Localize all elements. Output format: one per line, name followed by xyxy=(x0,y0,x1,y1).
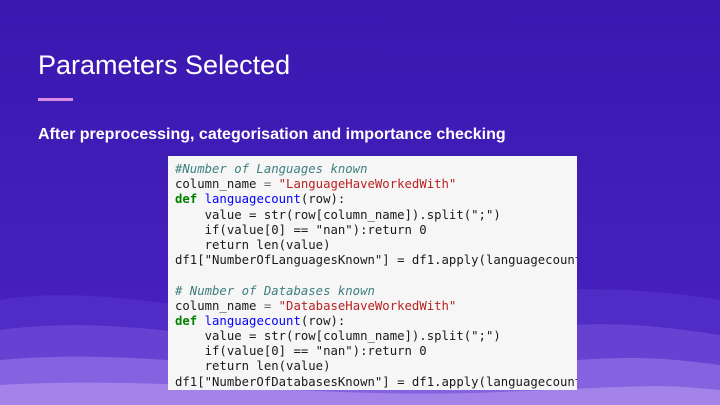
slide-subtitle: After preprocessing, categorisation and … xyxy=(38,126,506,143)
code-line: if(value[0] == "nan"):return 0 xyxy=(175,222,427,237)
code-line: value = str(row[column_name]).split(";") xyxy=(175,329,501,344)
code-comment: # Number of Databases known xyxy=(175,283,375,298)
code-func-name: languagecount xyxy=(204,192,301,207)
code-line: column_name = "DatabaseHaveWorkedWith" xyxy=(175,298,457,313)
code-var: column_name xyxy=(175,298,257,313)
code-line: def languagecount(row): xyxy=(175,192,577,207)
code-comment: #Number of Languages known xyxy=(175,162,368,176)
title-underline xyxy=(38,98,73,101)
code-keyword: def xyxy=(175,313,198,328)
code-line: return len(value) xyxy=(175,359,331,374)
code-line: df1["NumberOfDatabasesKnown"] = df1.appl… xyxy=(175,374,577,389)
code-line: def languagecount(row): xyxy=(175,314,577,329)
code-line: column_name = "LanguageHaveWorkedWith" xyxy=(175,177,457,192)
code-string: "DatabaseHaveWorkedWith" xyxy=(278,298,457,313)
code-var: column_name xyxy=(175,177,257,192)
code-func-args: (row): xyxy=(300,192,346,207)
code-line: return len(value) xyxy=(175,237,331,252)
code-line: # Number of Databases known xyxy=(175,284,577,299)
code-line: value = str(row[column_name]).split(";") xyxy=(175,207,501,222)
code-keyword: def xyxy=(175,192,198,207)
slide-title: Parameters Selected xyxy=(38,50,291,80)
code-line: #Number of Languages known xyxy=(175,162,577,177)
code-string: "LanguageHaveWorkedWith" xyxy=(278,177,457,192)
code-line: if(value[0] == "nan"):return 0 xyxy=(175,344,427,359)
code-func-name: languagecount xyxy=(204,313,301,328)
code-screenshot: #Number of Languages known column_name =… xyxy=(168,156,577,390)
code-line: df1["NumberOfLanguagesKnown"] = df1.appl… xyxy=(175,253,577,268)
code-func-args: (row): xyxy=(300,313,346,328)
